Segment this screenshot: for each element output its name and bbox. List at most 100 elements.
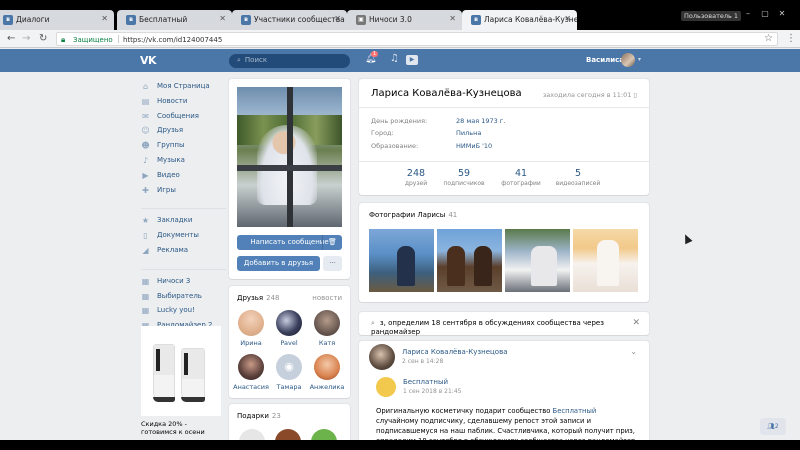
mobile-icon: ▯	[633, 91, 637, 99]
friend-avatar	[314, 354, 340, 380]
more-actions-button[interactable]: ···	[323, 256, 342, 271]
info-value-birthday[interactable]: 28 мая 1973 г.	[456, 117, 505, 125]
post-date[interactable]: 2 сен в 14:28	[402, 358, 443, 365]
photos-header[interactable]: Фотографии Ларисы 41	[369, 211, 457, 219]
tab-besplatny[interactable]: в Бесплатный ✕	[117, 10, 232, 30]
nav-item-messages[interactable]: ✉ Сообщения	[141, 111, 226, 126]
nav-item-groups[interactable]: ☻ Группы	[141, 140, 226, 155]
photo-thumbnail[interactable]	[437, 229, 502, 292]
post-author-name[interactable]: Лариса Ковалёва-Кузнецова	[402, 348, 507, 356]
nav-item-games[interactable]: ✚ Игры	[141, 185, 226, 200]
repost-date[interactable]: 1 сен 2018 в 21:45	[403, 388, 461, 395]
write-message-button[interactable]: Написать сообщение 🗑︎	[237, 235, 342, 250]
music-icon[interactable]: ♫	[390, 53, 399, 64]
gift-item[interactable]	[239, 429, 265, 440]
gifts-header[interactable]: Подарки 23	[237, 412, 281, 420]
gifts-card: Подарки 23	[229, 404, 350, 440]
search-icon: ⌕	[371, 319, 375, 327]
post-text-link[interactable]: Бесплатный	[553, 407, 597, 415]
close-icon[interactable]: ✕	[632, 318, 640, 328]
vk-logo[interactable]: VK	[140, 54, 157, 67]
forward-icon[interactable]: →	[22, 33, 30, 45]
friends-header[interactable]: Друзья 248	[237, 294, 280, 302]
post-text: Оригинальную косметичку подарит сообщест…	[376, 407, 638, 440]
close-window-icon[interactable]: ✕	[775, 9, 789, 18]
gift-item[interactable]	[275, 429, 301, 440]
app-icon: ▦	[141, 306, 150, 316]
nav-item-my-page[interactable]: ⌂ Моя Страница	[141, 81, 226, 96]
nav-item-ads[interactable]: ◢ Реклама	[141, 245, 226, 260]
nav-item-bookmarks[interactable]: ★ Закладки	[141, 215, 226, 230]
nav-item-video[interactable]: ▶ Видео	[141, 170, 226, 185]
ad-block[interactable]: Скидка 20% - готовимся к осени	[141, 326, 221, 436]
nav-divider	[141, 199, 226, 210]
gift-item[interactable]	[311, 429, 337, 440]
tab-members[interactable]: в Участники сообщества ✕	[232, 10, 347, 30]
chevron-down-icon[interactable]: ⌄	[630, 347, 637, 356]
vk-favicon-icon: в	[471, 15, 481, 25]
counter-videos[interactable]: 5 видеозаписей	[549, 168, 607, 187]
minimize-icon[interactable]: –	[741, 9, 755, 18]
close-tab-icon[interactable]: ✕	[101, 14, 108, 23]
chevron-down-icon[interactable]: ▾	[638, 56, 641, 63]
photo-thumbnail[interactable]	[369, 229, 434, 292]
gift-icon[interactable]: 🗑︎	[322, 235, 342, 250]
nav-item-app-lucky[interactable]: ▦ Lucky you!	[141, 305, 226, 320]
counter-followers[interactable]: 59 подписчиков	[435, 168, 493, 187]
info-value-education[interactable]: НИМиБ '10	[456, 142, 492, 150]
nav-item-friends[interactable]: ☺ Друзья	[141, 125, 226, 140]
play-icon[interactable]: ▶	[406, 55, 418, 65]
friend-item[interactable]: Анжелика	[308, 354, 346, 391]
repost-group-avatar[interactable]	[376, 377, 396, 397]
secure-label: Защищено	[73, 36, 113, 44]
nav-item-documents[interactable]: ▯ Документы	[141, 230, 226, 245]
friend-item[interactable]: ◉ Тамара	[270, 354, 308, 391]
chat-fab-button[interactable]: 👥︎2	[760, 418, 786, 435]
maximize-icon[interactable]: ▢	[758, 9, 772, 18]
nav-item-app-nichosi[interactable]: ▦ Ничоси 3	[141, 276, 226, 291]
online-status: заходила сегодня в 11:01 ▯	[542, 91, 637, 99]
repost-author-name[interactable]: Бесплатный	[403, 378, 448, 386]
bookmark-star-icon[interactable]: ☆	[764, 33, 773, 44]
tab-larisa[interactable]: в Лариса Ковалёва-Кузнецова ✕	[462, 10, 577, 30]
star-icon: ★	[141, 216, 150, 226]
current-user-avatar[interactable]	[621, 53, 635, 67]
music-icon: ♪	[142, 155, 149, 165]
friend-item[interactable]: Анастасия	[232, 354, 270, 391]
nav-item-music[interactable]: ♪ Музыка	[141, 155, 226, 170]
tab-nichosi[interactable]: ▣ Ничоси 3.0 ✕	[347, 10, 462, 30]
url-field[interactable]: 🔒︎ Защищено https://vk.com/id124007445 ☆	[56, 32, 778, 46]
vk-search-input[interactable]: ⌕ Поиск	[229, 54, 350, 68]
notifications-bell-icon[interactable]: 🔔︎ 1	[365, 51, 379, 64]
info-value-city[interactable]: Пильна	[456, 129, 481, 137]
counter-photos[interactable]: 41 фотографии	[492, 168, 550, 187]
close-tab-icon[interactable]: ✕	[334, 14, 341, 23]
nav-item-app-vybiratel[interactable]: ▦ Выбиратель	[141, 291, 226, 306]
close-tab-icon[interactable]: ✕	[564, 14, 571, 23]
post-author-avatar[interactable]	[369, 344, 395, 370]
reload-icon[interactable]: ↻	[39, 33, 47, 45]
current-user-name[interactable]: Василиса	[586, 56, 624, 64]
tab-dialogs[interactable]: в Диалоги ✕	[0, 10, 114, 30]
photo-thumbnail[interactable]	[505, 229, 570, 292]
friend-item[interactable]: Pavel	[270, 310, 308, 347]
ads-icon: ◢	[142, 245, 149, 255]
browser-menu-icon[interactable]: ⋮	[786, 33, 796, 44]
chat-icon: ✉	[142, 111, 149, 121]
close-tab-icon[interactable]: ✕	[219, 14, 226, 23]
friend-item[interactable]: Ирина	[232, 310, 270, 347]
browser-profile-label[interactable]: Пользователь 1	[681, 11, 742, 21]
friend-item[interactable]: Катя	[308, 310, 346, 347]
camera-icon: ◉	[276, 354, 302, 380]
profile-info-card: Лариса Ковалёва-Кузнецова заходила сегод…	[359, 79, 649, 195]
add-friend-button[interactable]: Добавить в друзья	[237, 256, 320, 271]
wall-search-input[interactable]: ⌕ з, определим 18 сентября в обсуждениях …	[371, 319, 649, 336]
url-text: https://vk.com/id124007445	[123, 36, 223, 44]
nav-item-news[interactable]: ▤ Новости	[141, 96, 226, 111]
friends-news-link[interactable]: новости	[312, 294, 342, 302]
profile-photo[interactable]	[237, 87, 342, 227]
photos-card: Фотографии Ларисы 41	[359, 203, 649, 302]
photo-thumbnail[interactable]	[573, 229, 638, 292]
close-tab-icon[interactable]: ✕	[449, 14, 456, 23]
back-icon[interactable]: ←	[7, 33, 15, 45]
